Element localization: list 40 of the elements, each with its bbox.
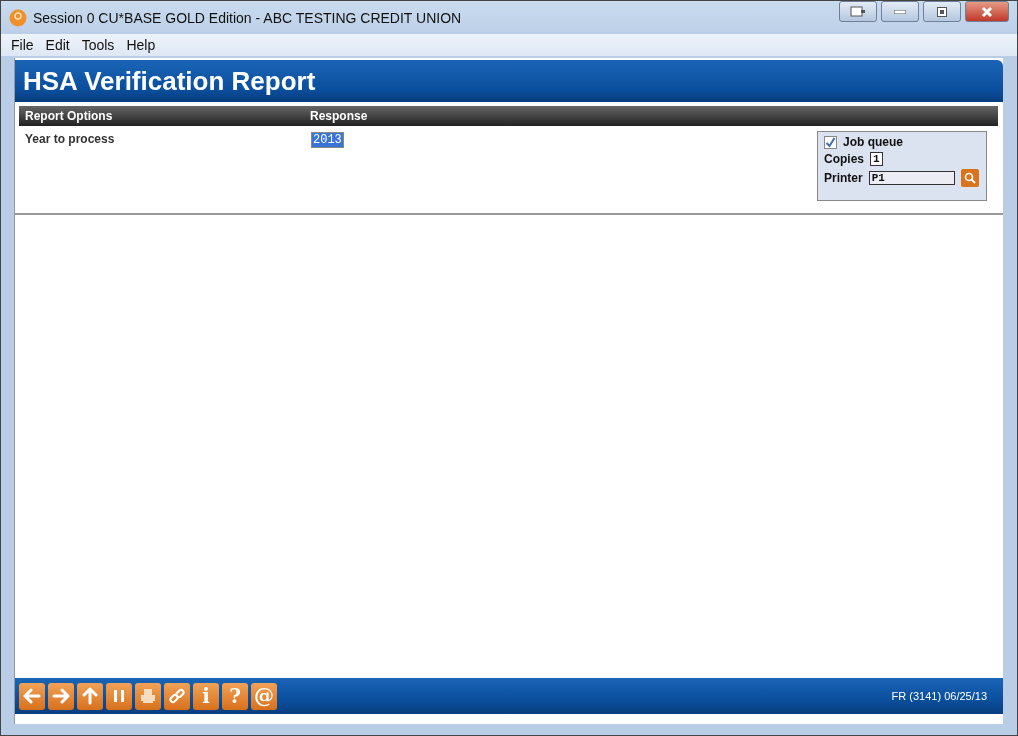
up-arrow-icon — [82, 687, 98, 705]
checkbox-label: Job queue — [843, 135, 903, 149]
search-button[interactable] — [960, 169, 979, 187]
maximize-button[interactable] — [923, 1, 961, 22]
left-arrow-icon — [23, 688, 41, 704]
toolbar-button[interactable] — [135, 682, 161, 710]
pause-icon — [114, 690, 124, 702]
window-pin-icon — [850, 5, 866, 18]
menu-item[interactable]: File — [11, 37, 34, 53]
status-text: FR (3141) 06/25/13 — [891, 690, 988, 702]
printer-icon — [141, 689, 155, 703]
maximize-icon — [937, 6, 947, 17]
menu-item[interactable]: Edit — [45, 37, 70, 53]
link-icon — [169, 688, 185, 704]
close-button[interactable] — [965, 1, 1009, 22]
job-queue-checkbox[interactable] — [824, 135, 837, 149]
column-header: Report Options — [24, 109, 114, 123]
search-icon — [963, 172, 976, 184]
right-arrow-icon — [52, 688, 70, 704]
page-header: HSA Verification Report — [15, 60, 1003, 102]
pin-window-button[interactable] — [839, 1, 877, 22]
toolbar-button[interactable] — [106, 682, 132, 710]
close-icon — [981, 5, 993, 18]
toolbar-button[interactable] — [19, 682, 45, 710]
app-logo-icon — [9, 8, 27, 27]
minimize-button[interactable] — [881, 1, 919, 22]
field-label: Printer — [824, 171, 863, 185]
field-label: Year to process — [24, 132, 116, 146]
toolbar-button[interactable] — [77, 682, 103, 710]
column-header: Response — [310, 109, 368, 123]
printer-field[interactable]: P1 — [868, 171, 955, 185]
toolbar-button[interactable] — [48, 682, 74, 710]
menu-item[interactable]: Tools — [81, 37, 115, 53]
window-title: Session 0 CU*BASE GOLD Edition - ABC TESTING CREDIT UNION — [33, 9, 462, 26]
minimize-icon — [894, 9, 906, 14]
copies-field[interactable]: 1 — [870, 152, 883, 166]
menu-item[interactable]: Help — [126, 37, 156, 53]
field-label: Copies — [824, 152, 864, 166]
toolbar-button[interactable] — [164, 682, 190, 710]
year-field[interactable]: 2013 — [311, 132, 344, 148]
